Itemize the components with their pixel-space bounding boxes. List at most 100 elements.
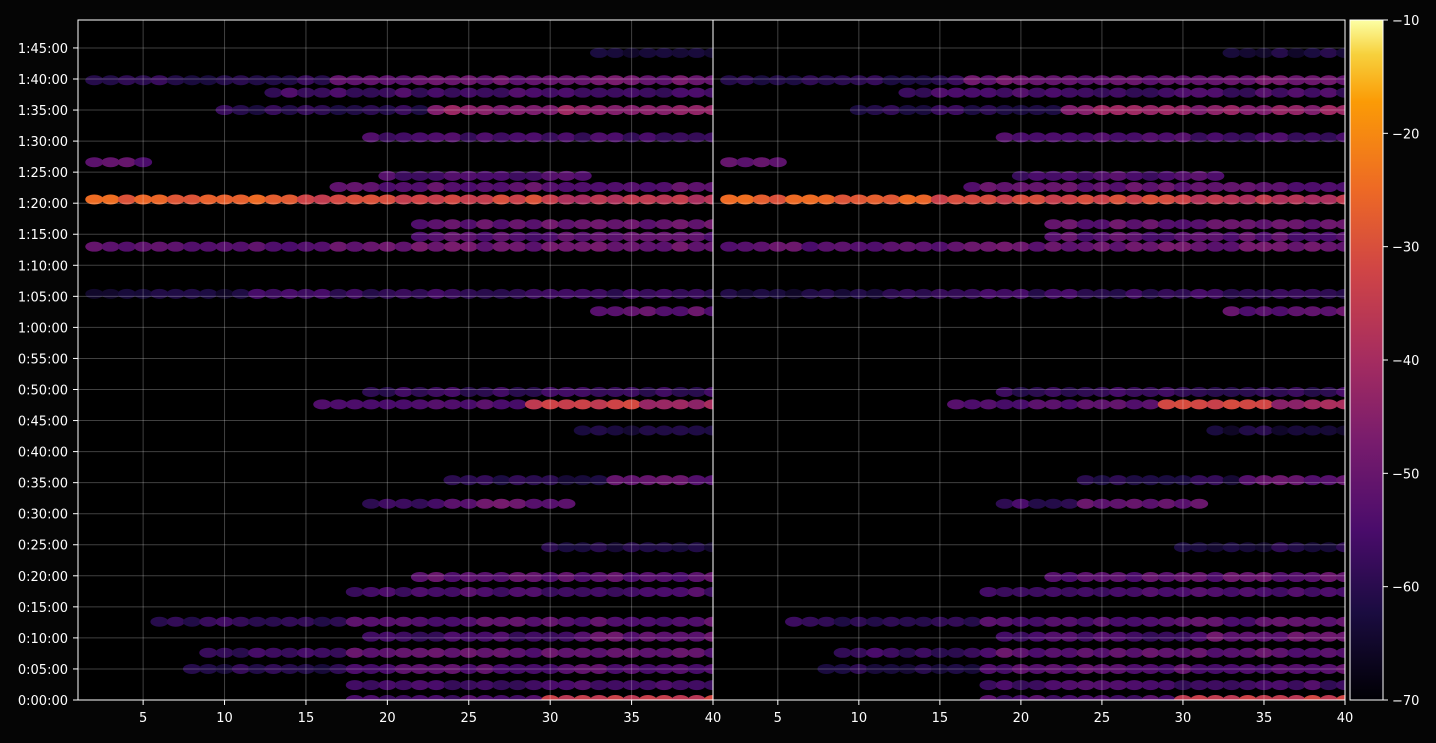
heatmap-cell — [671, 47, 690, 58]
heatmap-cell — [1303, 87, 1322, 98]
heatmap-cell — [947, 241, 966, 252]
heatmap-cell — [590, 75, 609, 86]
heatmap-cell — [443, 231, 462, 242]
x-tick-label: 10 — [216, 711, 233, 726]
heatmap-cell — [1157, 241, 1176, 252]
heatmap-cell — [1060, 616, 1079, 627]
heatmap-cell — [557, 647, 576, 658]
heatmap-cell — [606, 231, 625, 242]
heatmap-cell — [329, 288, 348, 299]
heatmap-cell — [1141, 87, 1160, 98]
heatmap-cell — [655, 219, 674, 230]
heatmap-cell — [1125, 616, 1144, 627]
heatmap-cell — [963, 182, 982, 193]
heatmap-cell — [508, 219, 527, 230]
colorbar — [1349, 19, 1384, 701]
heatmap-cell — [573, 586, 592, 597]
heatmap-cell — [1109, 386, 1128, 397]
heatmap-cell — [947, 87, 966, 98]
heatmap-cell — [476, 231, 495, 242]
heatmap-cell — [1028, 647, 1047, 658]
heatmap-cell — [671, 586, 690, 597]
heatmap-cell — [752, 288, 771, 299]
heatmap-cell — [590, 572, 609, 583]
heatmap-cell — [606, 87, 625, 98]
heatmap-cell — [1222, 241, 1241, 252]
heatmap-cell — [898, 647, 917, 658]
heatmap-cell — [995, 399, 1014, 410]
y-tick-label: 1:25:00 — [18, 166, 68, 181]
heatmap-cell — [345, 647, 364, 658]
heatmap-cell — [264, 75, 283, 86]
heatmap-cell — [833, 241, 852, 252]
heatmap-cell — [1044, 241, 1063, 252]
heatmap-cell — [638, 87, 657, 98]
heatmap-cell — [687, 87, 706, 98]
heatmap-cell — [785, 616, 804, 627]
heatmap-cell — [362, 288, 381, 299]
heatmap-cell — [1319, 425, 1338, 436]
y-tick-label: 1:10:00 — [18, 259, 68, 274]
heatmap-cell — [1190, 542, 1209, 553]
heatmap-cell — [979, 616, 998, 627]
heatmap-cell — [1303, 616, 1322, 627]
heatmap-cell — [1028, 288, 1047, 299]
heatmap-cell — [524, 399, 543, 410]
heatmap-cell — [1222, 87, 1241, 98]
heatmap-cell — [1028, 631, 1047, 642]
heatmap-cell — [410, 386, 429, 397]
heatmap-cell — [1238, 219, 1257, 230]
heatmap-cell — [1125, 386, 1144, 397]
heatmap-cell — [362, 182, 381, 193]
panel-right — [713, 20, 1345, 700]
heatmap-cell — [687, 306, 706, 317]
heatmap-cell — [671, 219, 690, 230]
heatmap-cell — [280, 616, 299, 627]
heatmap-cell — [1238, 288, 1257, 299]
heatmap-cell — [1238, 542, 1257, 553]
heatmap-cell — [785, 288, 804, 299]
heatmap-cell — [1141, 572, 1160, 583]
heatmap-cell — [801, 75, 820, 86]
heatmap-cell — [1141, 386, 1160, 397]
heatmap-cell — [590, 306, 609, 317]
heatmap-cell — [1157, 572, 1176, 583]
heatmap-cell — [1109, 680, 1128, 691]
heatmap-cell — [947, 75, 966, 86]
heatmap-cell — [1060, 680, 1079, 691]
heatmap-cell — [1125, 631, 1144, 642]
heatmap-cell — [443, 241, 462, 252]
heatmap-cell — [476, 241, 495, 252]
heatmap-cell — [492, 647, 511, 658]
heatmap-cell — [1109, 75, 1128, 86]
heatmap-cell — [1125, 475, 1144, 486]
heatmap-cell — [947, 616, 966, 627]
heatmap-cell — [492, 219, 511, 230]
heatmap-cell — [362, 241, 381, 252]
heatmap-cell — [1044, 572, 1063, 583]
heatmap-cell — [345, 586, 364, 597]
heatmap-cell — [1141, 182, 1160, 193]
heatmap-cell — [394, 241, 413, 252]
heatmap-cell — [1141, 288, 1160, 299]
heatmap-cell — [1157, 386, 1176, 397]
heatmap-cell — [1157, 182, 1176, 193]
heatmap-cell — [898, 87, 917, 98]
heatmap-cell — [1109, 586, 1128, 597]
heatmap-cell — [606, 680, 625, 691]
heatmap-cell — [573, 219, 592, 230]
heatmap-cell — [866, 241, 885, 252]
heatmap-cell — [979, 87, 998, 98]
heatmap-cell — [655, 182, 674, 193]
heatmap-cell — [638, 399, 657, 410]
heatmap-cell — [590, 386, 609, 397]
heatmap-cell — [914, 87, 933, 98]
heatmap-cell — [1222, 586, 1241, 597]
heatmap-cell — [1060, 647, 1079, 658]
heatmap-cell — [1157, 231, 1176, 242]
heatmap-cell — [947, 288, 966, 299]
heatmap-cell — [1287, 475, 1306, 486]
heatmap-cell — [1141, 241, 1160, 252]
heatmap-cell — [410, 498, 429, 509]
x-tick-label: 40 — [1337, 711, 1354, 726]
